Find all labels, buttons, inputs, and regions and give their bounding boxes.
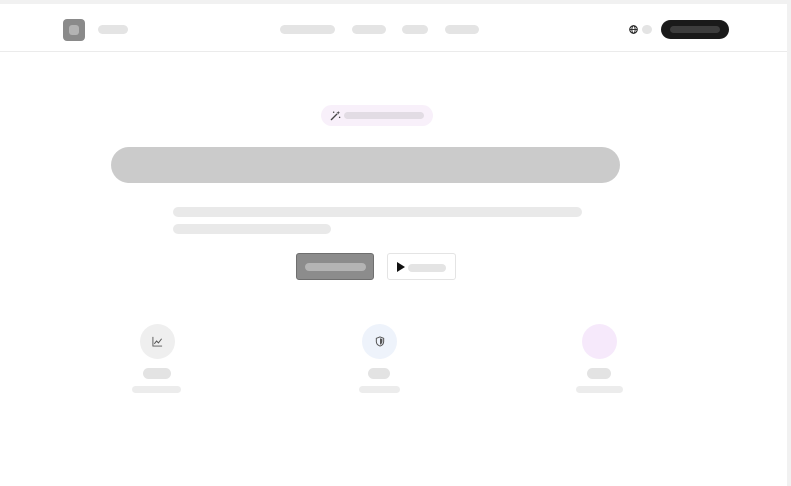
cta-label-placeholder: [670, 26, 720, 33]
primary-cta-label-placeholder: [305, 263, 366, 271]
magic-wand-icon: [330, 110, 341, 121]
feature-2-title-placeholder: [368, 368, 390, 379]
logo-icon[interactable]: [63, 19, 85, 41]
hero-heading-placeholder: [111, 147, 620, 183]
top-navbar: [0, 4, 787, 52]
feature-2-desc-placeholder: [359, 386, 400, 393]
badge-text-placeholder: [344, 112, 424, 119]
announcement-badge[interactable]: [321, 105, 433, 126]
primary-cta-button[interactable]: [296, 253, 374, 280]
nav-link-4[interactable]: [445, 25, 479, 34]
watch-demo-label-placeholder: [408, 264, 446, 272]
sparkle-icon: [582, 324, 617, 359]
shield-icon: [362, 324, 397, 359]
play-icon: [397, 262, 405, 272]
watch-demo-button[interactable]: [387, 253, 456, 280]
scrollbar-track[interactable]: [787, 0, 791, 486]
feature-3-title-placeholder: [587, 368, 611, 379]
logo-mark: [69, 25, 79, 35]
language-label-placeholder[interactable]: [642, 25, 652, 34]
cta-button[interactable]: [661, 20, 729, 39]
nav-link-3[interactable]: [402, 25, 428, 34]
brand-name-placeholder[interactable]: [98, 25, 128, 34]
feature-1-title-placeholder: [143, 368, 171, 379]
hero-subtitle-line-2: [173, 224, 331, 234]
nav-link-1[interactable]: [280, 25, 335, 34]
chart-line-icon: [140, 324, 175, 359]
feature-1-desc-placeholder: [132, 386, 181, 393]
nav-link-2[interactable]: [352, 25, 386, 34]
feature-3-desc-placeholder: [576, 386, 623, 393]
globe-icon[interactable]: [629, 25, 638, 34]
hero-subtitle-line-1: [173, 207, 582, 217]
